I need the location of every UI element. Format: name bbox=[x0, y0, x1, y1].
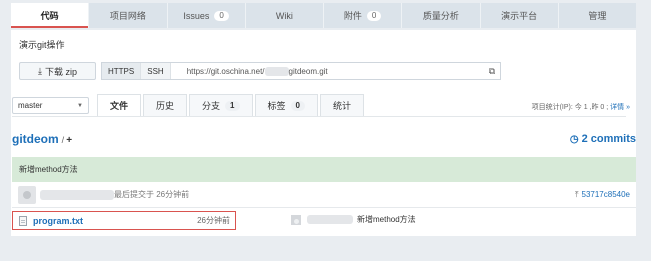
tab-admin[interactable]: 管理 bbox=[559, 3, 636, 28]
copy-icon[interactable]: ⧉ bbox=[484, 66, 500, 77]
branch-select[interactable]: master ▼ bbox=[12, 97, 89, 114]
stats-details-link[interactable]: 详情 » bbox=[610, 104, 630, 111]
project-stats: 项目统计(IP): 今 1 ,昨 0 ; 详情 » bbox=[532, 102, 630, 112]
latest-commit-bar: 新增method方法 bbox=[12, 157, 636, 182]
issues-count-badge: 0 bbox=[214, 10, 229, 21]
tab-branches-label: 分支 bbox=[202, 101, 221, 111]
redacted-author bbox=[307, 215, 353, 224]
branch-name: master bbox=[18, 101, 43, 110]
tab-stats-label: 统计 bbox=[332, 101, 351, 111]
chevron-down-icon: ▼ bbox=[77, 102, 83, 109]
add-file-button[interactable]: + bbox=[66, 135, 72, 146]
clone-url-box: HTTPS SSH https://git.oschina.net/ gitde… bbox=[101, 62, 501, 80]
file-last-commit: 新增method方法 bbox=[291, 214, 416, 225]
tab-attachments[interactable]: 附件 0 bbox=[324, 3, 403, 28]
tab-wiki-label: Wiki bbox=[275, 10, 293, 21]
last-commit-meta: 最后提交于 26分钟前 bbox=[114, 190, 190, 199]
file-row[interactable]: program.txt 26分钟前 bbox=[12, 211, 236, 230]
tab-network[interactable]: 项目网络 bbox=[89, 3, 168, 28]
clone-url-prefix: https://git.oschina.net/ bbox=[186, 66, 265, 76]
commits-link[interactable]: ◷ 2 commits bbox=[570, 133, 636, 145]
stats-text: 项目统计(IP): 今 1 ,昨 0 ; bbox=[531, 104, 609, 111]
tab-history[interactable]: 历史 bbox=[143, 94, 188, 116]
user-icon bbox=[293, 218, 299, 224]
tab-tags[interactable]: 标签 0 bbox=[254, 94, 318, 116]
tab-files-label: 文件 bbox=[110, 101, 129, 111]
tab-tags-label: 标签 bbox=[267, 101, 286, 111]
tab-issues-label: Issues bbox=[183, 10, 210, 21]
upload-icon: ⤒ bbox=[574, 189, 579, 199]
clone-url-field[interactable]: https://git.oschina.net/ gitdeom.git bbox=[171, 66, 484, 76]
avatar-placeholder-icon bbox=[23, 190, 31, 199]
tab-quality[interactable]: 质量分析 bbox=[402, 3, 481, 28]
repo-description: 演示git操作 bbox=[19, 40, 65, 50]
tab-code[interactable]: 代码 bbox=[11, 3, 90, 28]
download-icon: ⤓ bbox=[38, 65, 42, 76]
redacted-author bbox=[40, 189, 114, 200]
download-zip-button[interactable]: ⤓ 下载 zip bbox=[19, 62, 96, 80]
download-zip-label: 下载 zip bbox=[44, 66, 77, 77]
last-commit-row: 最后提交于 26分钟前 ⤒ 53717c8540e bbox=[12, 182, 636, 208]
tags-count-badge: 0 bbox=[290, 100, 305, 111]
repo-tabs: 文件 历史 分支 1 标签 0 统计 bbox=[97, 94, 366, 116]
latest-commit-message: 新增method方法 bbox=[19, 165, 78, 174]
tab-quality-label: 质量分析 bbox=[422, 11, 459, 21]
file-icon bbox=[19, 215, 27, 226]
tab-demo-label: 演示平台 bbox=[501, 11, 538, 21]
clone-url-suffix: gitdeom.git bbox=[288, 66, 328, 76]
tab-wiki[interactable]: Wiki bbox=[246, 3, 324, 28]
project-nav: 代码 项目网络 Issues 0 Wiki 附件 0 质量分析 演示平台 管理 bbox=[11, 3, 636, 28]
tab-files[interactable]: 文件 bbox=[97, 94, 142, 116]
commits-count: 2 commits bbox=[581, 133, 636, 145]
file-time: 26分钟前 bbox=[197, 216, 230, 225]
commit-sha: 53717c8540e bbox=[581, 190, 631, 199]
path-separator: / bbox=[61, 135, 65, 145]
https-button[interactable]: HTTPS bbox=[102, 63, 142, 79]
repo-name-link[interactable]: gitdeom bbox=[12, 132, 59, 146]
tab-code-label: 代码 bbox=[40, 11, 59, 21]
tabs-divider bbox=[12, 116, 626, 117]
repo-panel: 演示git操作 ⤓ 下载 zip HTTPS SSH https://git.o… bbox=[11, 30, 636, 236]
repo-title: gitdeom / + bbox=[12, 132, 72, 146]
tab-branches[interactable]: 分支 1 bbox=[189, 94, 253, 116]
avatar bbox=[291, 214, 301, 225]
tab-attachments-label: 附件 bbox=[343, 11, 362, 21]
redacted-owner bbox=[264, 66, 289, 76]
clock-icon: ◷ bbox=[569, 133, 579, 145]
tab-issues[interactable]: Issues 0 bbox=[168, 3, 246, 28]
branches-count-badge: 1 bbox=[225, 100, 240, 111]
commit-sha-link[interactable]: ⤒ 53717c8540e bbox=[575, 190, 630, 200]
tab-stats[interactable]: 统计 bbox=[319, 94, 364, 116]
attachments-count-badge: 0 bbox=[366, 10, 382, 21]
tab-admin-label: 管理 bbox=[588, 11, 607, 21]
file-commit-message[interactable]: 新增method方法 bbox=[357, 214, 416, 225]
tab-demo[interactable]: 演示平台 bbox=[481, 3, 559, 28]
ssh-button[interactable]: SSH bbox=[141, 63, 171, 79]
tab-history-label: 历史 bbox=[156, 101, 175, 111]
file-name-link[interactable]: program.txt bbox=[33, 216, 83, 226]
avatar[interactable] bbox=[18, 185, 36, 204]
tab-network-label: 项目网络 bbox=[109, 11, 146, 21]
